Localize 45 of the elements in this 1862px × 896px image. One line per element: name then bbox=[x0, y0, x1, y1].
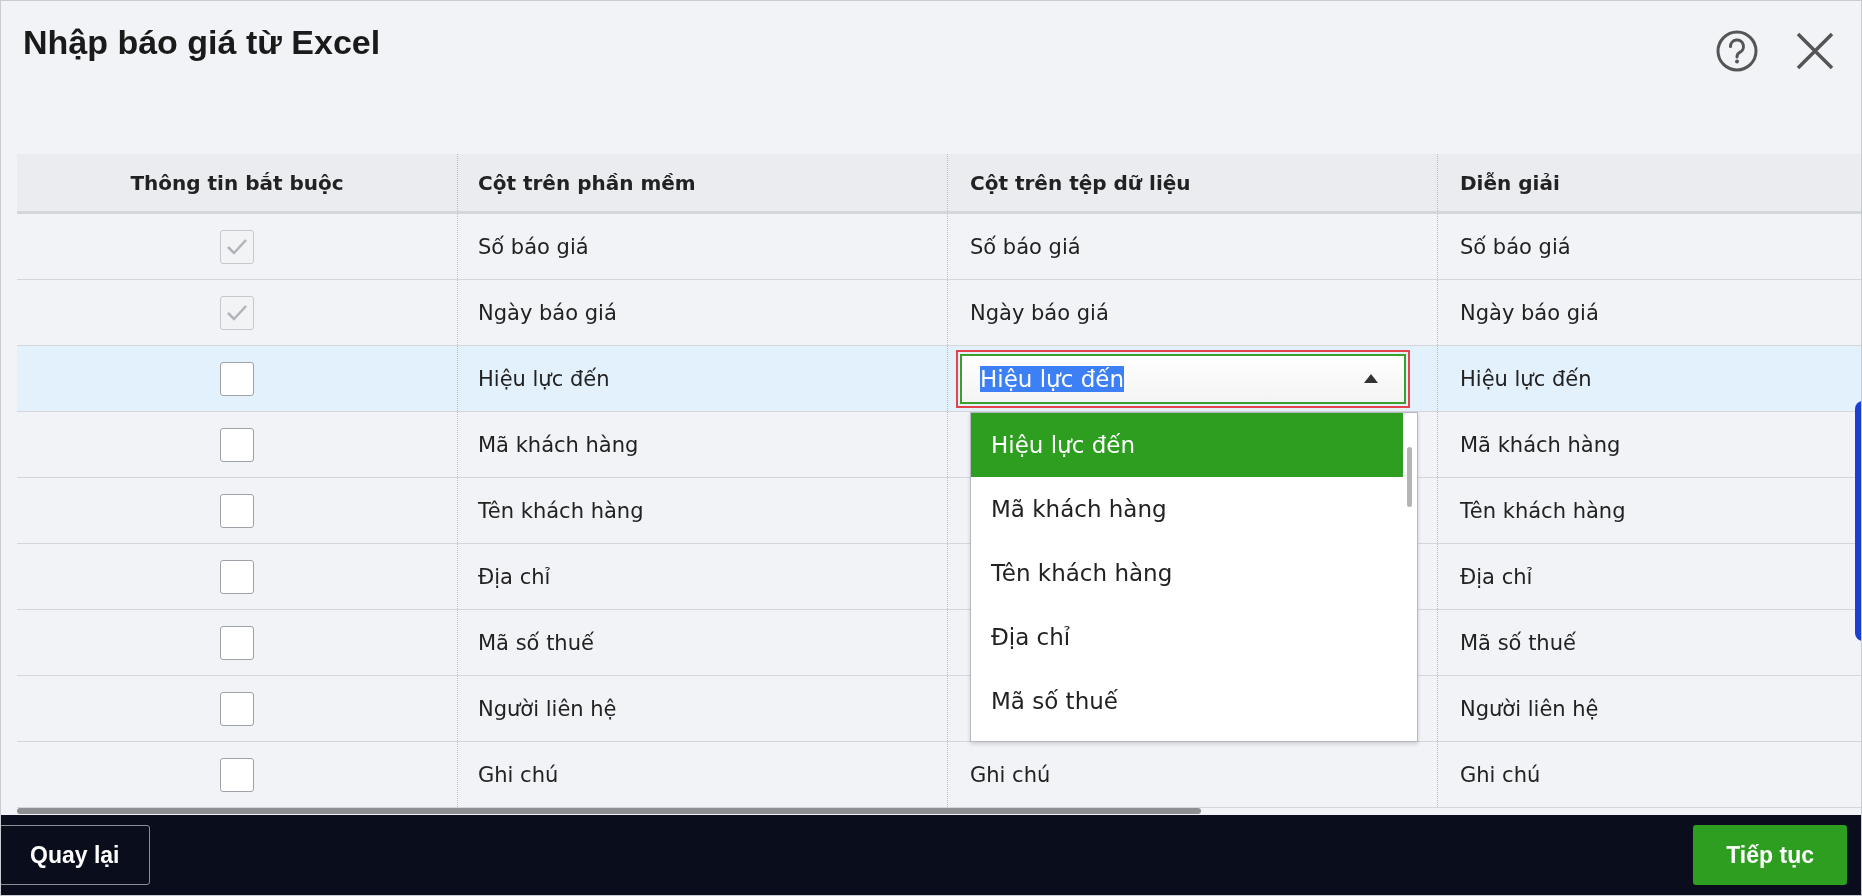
table-cell: Số báo giá bbox=[1460, 234, 1571, 259]
table-cell: Ngày báo giá bbox=[1460, 300, 1599, 325]
table-cell: Ghi chú bbox=[478, 762, 559, 787]
table-cell: Mã khách hàng bbox=[478, 432, 639, 457]
table-cell: Ngày báo giá bbox=[970, 300, 1109, 325]
checkbox[interactable] bbox=[220, 757, 254, 792]
dropdown-option[interactable]: Mã khách hàng bbox=[971, 477, 1403, 541]
table-cell: Ngày báo giá bbox=[478, 300, 617, 325]
table-cell: Ghi chú bbox=[970, 762, 1051, 787]
checkbox[interactable] bbox=[220, 361, 254, 396]
table-cell: Tên khách hàng bbox=[478, 498, 644, 523]
checkbox[interactable] bbox=[220, 625, 254, 660]
table-cell: Hiệu lực đến bbox=[1460, 366, 1592, 391]
caret-icon bbox=[1364, 374, 1378, 383]
table-cell: Người liên hệ bbox=[478, 696, 617, 721]
table-cell: Số báo giá bbox=[478, 234, 589, 259]
table-cell: Người liên hệ bbox=[1460, 696, 1599, 721]
scrollbar-thumb[interactable] bbox=[17, 808, 1201, 814]
column-header: Cột trên phần mềm bbox=[458, 154, 948, 211]
checkbox[interactable] bbox=[220, 559, 254, 594]
table-cell: Mã số thuế bbox=[1460, 630, 1576, 655]
check-icon bbox=[226, 303, 248, 322]
column-header: Thông tin bắt buộc bbox=[17, 154, 458, 211]
table-cell: Địa chỉ bbox=[478, 564, 551, 589]
checkbox[interactable] bbox=[220, 427, 254, 462]
checkbox[interactable] bbox=[220, 493, 254, 528]
column-header: Cột trên tệp dữ liệu bbox=[948, 154, 1438, 211]
back-button[interactable]: Quay lại bbox=[1, 825, 151, 885]
close-icon[interactable] bbox=[1795, 31, 1835, 71]
dropdown-option[interactable]: Tên khách hàng bbox=[971, 541, 1403, 605]
table-cell: Địa chỉ bbox=[1460, 564, 1533, 589]
checkbox[interactable] bbox=[220, 691, 254, 726]
table-cell: Mã số thuế bbox=[478, 630, 594, 655]
check-icon bbox=[226, 237, 248, 256]
column-header: Diễn giải bbox=[1459, 169, 1561, 197]
dropdown-option[interactable]: Mã số thuế bbox=[971, 669, 1403, 733]
help-icon[interactable] bbox=[1715, 29, 1759, 73]
dropdown-option[interactable]: Địa chỉ bbox=[971, 605, 1403, 669]
table-cell: Mã khách hàng bbox=[1460, 432, 1621, 457]
table-cell: Số báo giá bbox=[970, 234, 1081, 259]
table-cell: Hiệu lực đến bbox=[478, 366, 610, 391]
table-cell: Tên khách hàng bbox=[1460, 498, 1626, 523]
table-cell: Ghi chú bbox=[1460, 762, 1541, 787]
column-dropdown[interactable]: Hiệu lực đến bbox=[960, 353, 1406, 404]
dialog-title: Nhập báo giá từ Excel bbox=[23, 23, 381, 62]
